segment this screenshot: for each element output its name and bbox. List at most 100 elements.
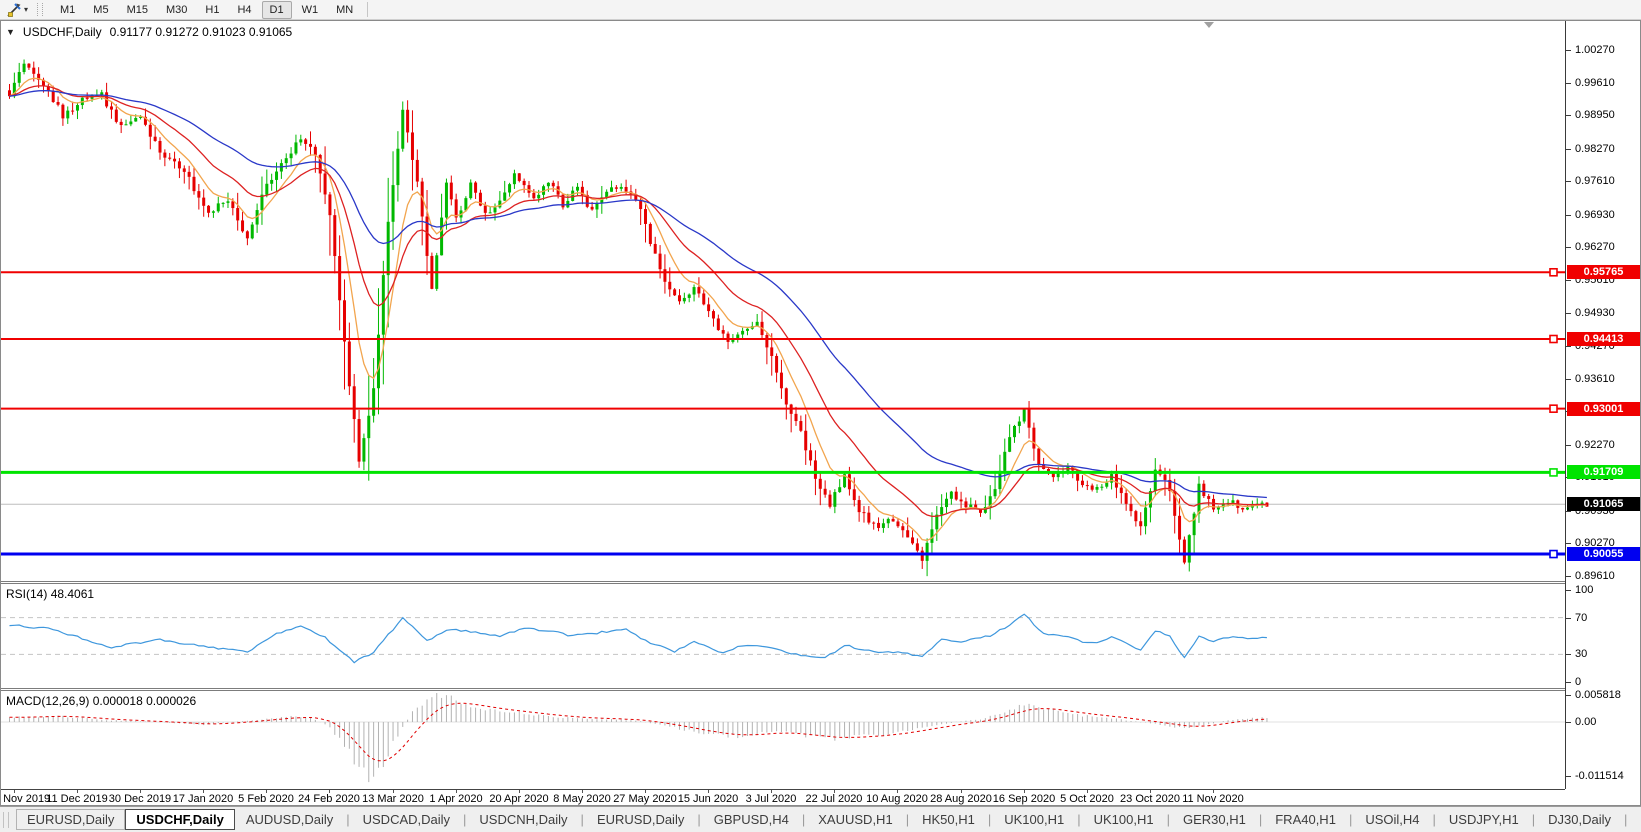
date-axis-label: 13 Mar 2020: [357, 793, 429, 805]
date-axis-label: 11 Dec 2019: [41, 793, 113, 805]
date-axis[interactable]: 22 Nov 201911 Dec 201930 Dec 201917 Jan …: [1, 790, 1640, 805]
tab-separator: |: [1530, 812, 1537, 827]
price-axis-tick-label: 0.96270: [1575, 241, 1615, 253]
chart-tab-usdcnh-daily[interactable]: USDCNH,Daily: [468, 809, 578, 830]
chart-tab-china300-h1[interactable]: CHINA300,H1: [1629, 809, 1641, 830]
macd-indicator-pane[interactable]: MACD(12,26,9) 0.000018 0.000026: [1, 691, 1565, 789]
chart-tab-ger30-h1[interactable]: GER30,H1: [1172, 809, 1257, 830]
timeframe-button-m30[interactable]: M30: [158, 1, 195, 19]
draw-tool-button[interactable]: ▾: [3, 1, 31, 19]
rsi-indicator-pane[interactable]: RSI(14) 48.4061: [1, 584, 1565, 688]
timeframe-button-m5[interactable]: M5: [85, 1, 116, 19]
timeframe-button-mn[interactable]: MN: [328, 1, 361, 19]
macd-axis-tick-label: -0.011514: [1575, 770, 1624, 782]
tab-separator: |: [579, 812, 586, 827]
rsi-axis-tick: [1566, 618, 1571, 619]
price-axis-tick-label: 0.93610: [1575, 373, 1615, 385]
timeframe-button-m1[interactable]: M1: [52, 1, 83, 19]
tabbar-grip[interactable]: [3, 812, 9, 828]
tab-separator: |: [986, 812, 993, 827]
tab-separator: |: [1347, 812, 1354, 827]
level-price-badge: 0.94413: [1567, 332, 1640, 346]
macd-axis-tick: [1566, 776, 1571, 777]
timeframe-button-d1[interactable]: D1: [262, 1, 292, 19]
tab-separator: |: [800, 812, 807, 827]
chart-tab-uk100-h1[interactable]: UK100,H1: [1083, 809, 1165, 830]
rsi-axis-tick-label: 100: [1575, 584, 1593, 596]
chart-tab-usdchf-daily[interactable]: USDCHF,Daily: [125, 809, 234, 830]
level-anchor-handle[interactable]: [1550, 405, 1557, 412]
price-axis-tick: [1566, 215, 1571, 216]
rsi-axis-tick-label: 30: [1575, 648, 1587, 660]
tab-separator: |: [904, 812, 911, 827]
price-axis[interactable]: 1.002700.996100.989500.982700.976100.969…: [1565, 21, 1640, 789]
level-anchor-handle[interactable]: [1550, 269, 1557, 276]
chart-tab-usoil-h4[interactable]: USOil,H4: [1354, 809, 1430, 830]
price-chart-pane[interactable]: ▼ USDCHF,Daily 0.91177 0.91272 0.91023 0…: [1, 21, 1565, 581]
tab-separator: |: [1075, 812, 1082, 827]
level-anchor-handle[interactable]: [1550, 551, 1557, 558]
chart-shift-marker-icon[interactable]: [1204, 22, 1214, 28]
price-axis-tick-label: 0.99610: [1575, 77, 1615, 89]
timeframe-button-h1[interactable]: H1: [197, 1, 227, 19]
chart-tab-xauusd-h1[interactable]: XAUUSD,H1: [807, 809, 903, 830]
price-axis-tick-label: 0.98950: [1575, 109, 1615, 121]
level-anchor-handle[interactable]: [1550, 336, 1557, 343]
timeframe-button-m15[interactable]: M15: [119, 1, 156, 19]
toolbar-grip[interactable]: [37, 3, 43, 16]
chart-tab-eurusd-daily[interactable]: EURUSD,Daily: [586, 809, 695, 830]
price-axis-tick-label: 1.00270: [1575, 44, 1615, 56]
macd-axis-tick-label: 0.005818: [1575, 689, 1621, 701]
price-axis-tick: [1566, 149, 1571, 150]
tab-separator: |: [1165, 812, 1172, 827]
price-axis-tick: [1566, 280, 1571, 281]
price-axis-tick: [1566, 576, 1571, 577]
level-price-badge: 0.91709: [1567, 465, 1640, 479]
macd-axis-tick: [1566, 722, 1571, 723]
date-axis-label: 8 May 2020: [546, 793, 618, 805]
timeframe-button-w1[interactable]: W1: [294, 1, 327, 19]
rsi-label: RSI(14) 48.4061: [6, 587, 94, 601]
chart-tab-dj30-daily[interactable]: DJ30,Daily: [1537, 809, 1622, 830]
level-price-badge: 0.95765: [1567, 265, 1640, 279]
date-axis-label: 30 Dec 2019: [104, 793, 176, 805]
collapse-arrow-icon[interactable]: ▼: [6, 27, 15, 37]
tab-separator: |: [461, 812, 468, 827]
chart-tab-usdcad-daily[interactable]: USDCAD,Daily: [352, 809, 461, 830]
date-axis-label: 16 Sep 2020: [988, 793, 1060, 805]
candlestick-chart[interactable]: [1, 21, 1565, 581]
top-toolbar: ▾ M1M5M15M30H1H4D1W1MN: [0, 0, 1641, 20]
timeframe-button-h4[interactable]: H4: [229, 1, 259, 19]
macd-signal-line: [10, 703, 1267, 761]
price-axis-tick: [1566, 247, 1571, 248]
toolbar-separator: [367, 2, 368, 17]
chart-tab-audusd-daily[interactable]: AUDUSD,Daily: [235, 809, 344, 830]
macd-axis-tick-label: 0.00: [1575, 716, 1596, 728]
date-axis-label: 5 Oct 2020: [1051, 793, 1123, 805]
current-price-badge: 0.91065: [1567, 497, 1640, 511]
rsi-chart[interactable]: [1, 584, 1565, 688]
moving-average-slow: [10, 91, 1267, 498]
chart-tab-gbpusd-h4[interactable]: GBPUSD,H4: [703, 809, 800, 830]
tool-dropdown-arrow-icon[interactable]: ▾: [24, 5, 28, 15]
rsi-axis-tick: [1566, 654, 1571, 655]
date-axis-label: 17 Jan 2020: [167, 793, 239, 805]
chart-window: ▼ USDCHF,Daily 0.91177 0.91272 0.91023 0…: [0, 20, 1641, 806]
price-axis-tick-label: 0.89610: [1575, 570, 1615, 582]
price-axis-tick-label: 0.92270: [1575, 439, 1615, 451]
tab-separator: |: [344, 812, 351, 827]
chart-title-ohlc: 0.91177 0.91272 0.91023 0.91065: [110, 25, 293, 39]
date-axis-label: 5 Feb 2020: [230, 793, 302, 805]
macd-chart[interactable]: [1, 691, 1565, 789]
chart-title-symbol: USDCHF,Daily: [23, 25, 102, 39]
chart-tab-uk100-h1[interactable]: UK100,H1: [993, 809, 1075, 830]
date-axis-label: 27 May 2020: [609, 793, 681, 805]
chart-tab-eurusd-daily[interactable]: EURUSD,Daily: [16, 809, 125, 830]
chart-tab-hk50-h1[interactable]: HK50,H1: [911, 809, 986, 830]
price-axis-tick: [1566, 115, 1571, 116]
chart-tab-usdjpy-h1[interactable]: USDJPY,H1: [1438, 809, 1530, 830]
level-anchor-handle[interactable]: [1550, 469, 1557, 476]
price-axis-tick-label: 0.94930: [1575, 307, 1615, 319]
chart-tab-fra40-h1[interactable]: FRA40,H1: [1264, 809, 1347, 830]
rsi-axis-tick-label: 70: [1575, 612, 1587, 624]
